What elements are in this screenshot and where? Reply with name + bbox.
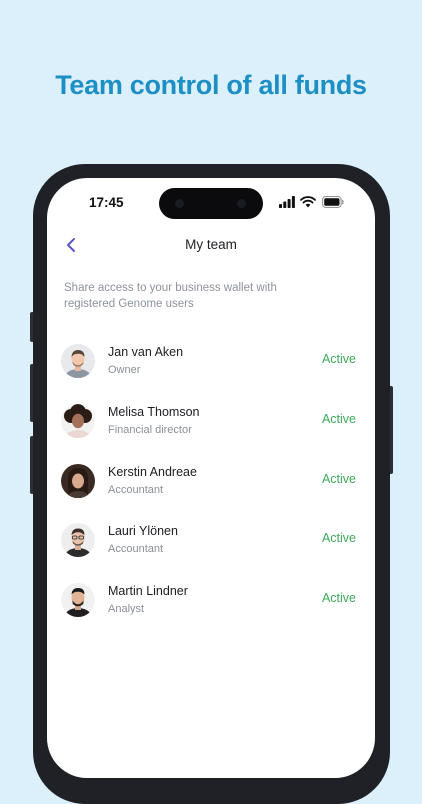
member-name: Jan van Aken <box>108 345 184 359</box>
page-title: My team <box>185 237 237 252</box>
member-role: Accountant <box>108 483 164 496</box>
member-name: Martin Lindner <box>108 584 188 599</box>
member-status: Active <box>321 471 356 486</box>
signal-icon <box>279 196 295 208</box>
member-role: Financial director <box>108 423 192 436</box>
avatar <box>61 403 95 438</box>
team-member-list: Jan van Aken Owner Active Melisa Thomson… <box>47 340 375 639</box>
team-member-row[interactable]: Martin Lindner Analyst Active <box>47 579 375 639</box>
member-status: Active <box>321 352 356 366</box>
member-status: Active <box>321 531 356 546</box>
avatar <box>61 523 95 558</box>
promo-headline: Team control of all funds <box>55 70 367 100</box>
island-camera <box>237 199 246 208</box>
avatar <box>61 463 95 498</box>
team-member-row[interactable]: Lauri Ylönen Accountant Active <box>47 519 375 579</box>
phone-screen: 17:45 My team Share access to your busin… <box>47 178 375 778</box>
member-role: Accountant <box>108 543 164 556</box>
nav-bar: My team <box>47 233 375 259</box>
avatar <box>61 344 95 378</box>
battery-icon <box>322 196 344 208</box>
member-name: Melisa Thomson <box>108 404 200 419</box>
member-name: Kerstin Andreae <box>108 464 197 479</box>
team-member-row[interactable]: Kerstin Andreae Accountant Active <box>47 460 375 520</box>
page-description: Share access to your business wallet wit… <box>64 282 277 310</box>
member-name: Lauri Ylönen <box>108 524 178 539</box>
member-status: Active <box>321 411 356 426</box>
island-sensor <box>175 199 184 208</box>
wifi-icon <box>300 196 316 208</box>
status-time: 17:45 <box>89 195 124 210</box>
team-member-row[interactable]: Jan van Aken Owner Active <box>47 340 375 400</box>
dynamic-island <box>159 188 263 219</box>
member-role: Analyst <box>108 603 145 616</box>
member-role: Owner <box>108 364 141 376</box>
avatar <box>61 583 95 618</box>
member-status: Active <box>321 591 356 606</box>
team-member-row[interactable]: Melisa Thomson Financial director Active <box>47 400 375 460</box>
